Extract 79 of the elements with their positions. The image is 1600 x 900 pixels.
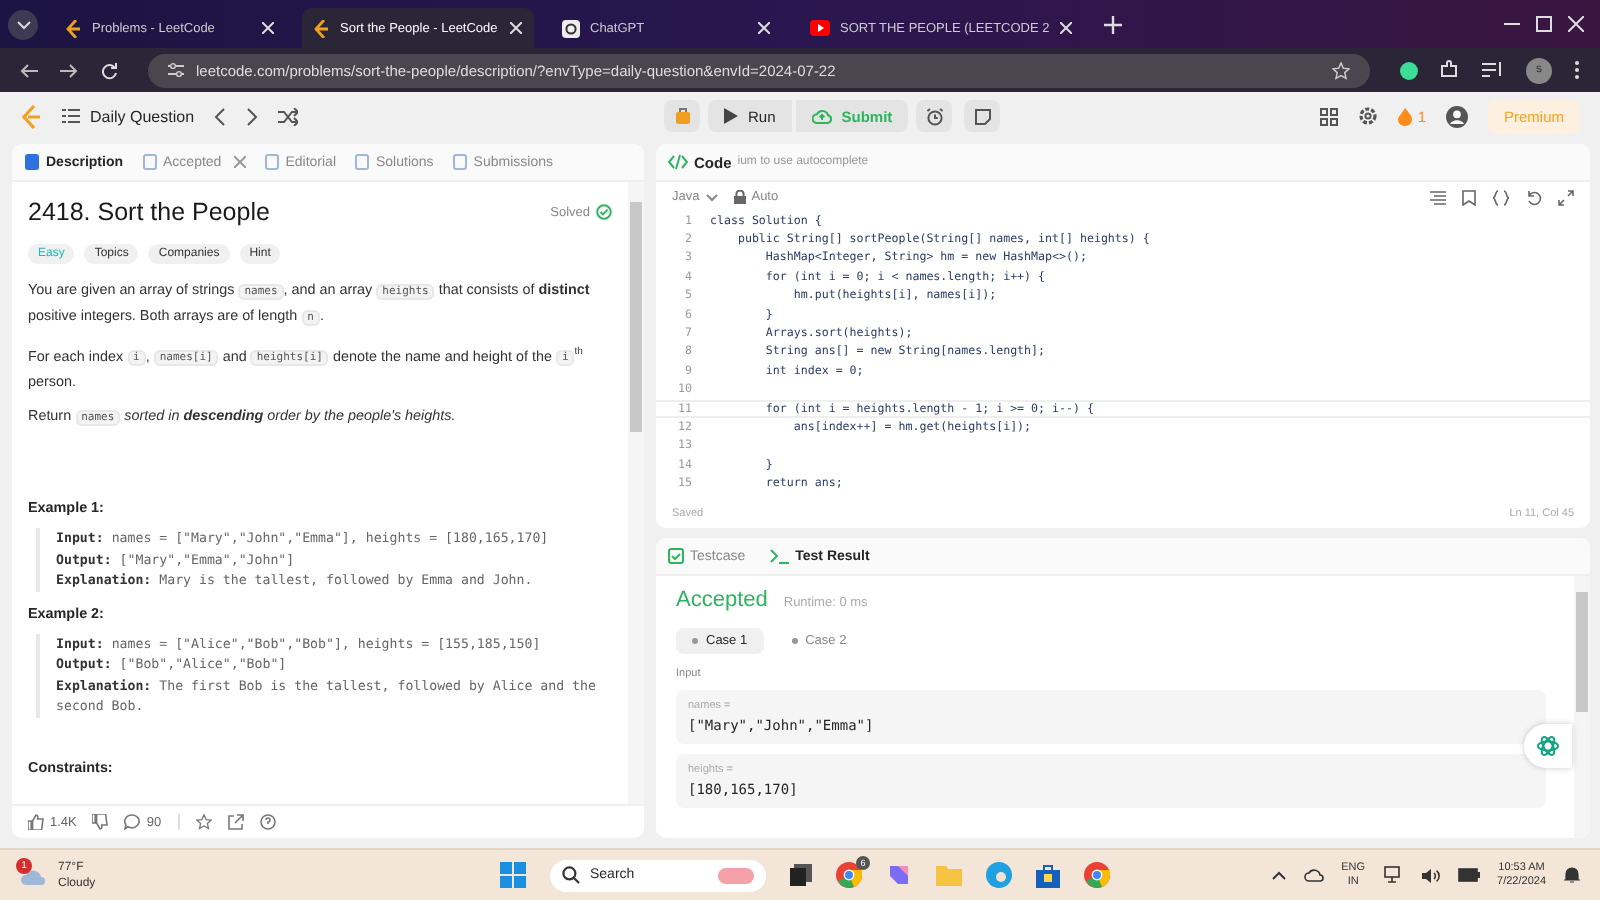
youtube-logo-icon <box>810 20 830 36</box>
chevron-down-icon <box>705 193 718 201</box>
alarm-clock-button[interactable] <box>916 100 953 132</box>
bookmark-icon[interactable] <box>1462 189 1476 205</box>
assistant-button[interactable] <box>1524 724 1572 768</box>
dot-icon <box>692 638 698 644</box>
chevron-down-icon <box>15 16 31 32</box>
document-icon <box>263 154 280 170</box>
comment-icon <box>124 814 141 830</box>
extension-icon[interactable] <box>1400 61 1418 79</box>
document-icon <box>451 154 468 170</box>
reset-icon[interactable] <box>1526 189 1542 205</box>
debug-button[interactable] <box>664 100 700 132</box>
forward-arrow-icon[interactable] <box>60 61 78 79</box>
user-avatar-icon[interactable] <box>1445 105 1468 127</box>
puzzle-icon[interactable] <box>1440 60 1460 80</box>
flame-icon <box>1397 107 1412 125</box>
document-icon <box>141 154 158 170</box>
site-settings-icon <box>168 62 184 78</box>
star-icon[interactable] <box>1332 61 1350 79</box>
note-button[interactable] <box>964 100 1001 132</box>
media-icon[interactable] <box>1482 60 1504 80</box>
document-icon <box>354 154 370 170</box>
scrollbar[interactable] <box>628 182 644 804</box>
volume-icon[interactable] <box>1421 867 1440 883</box>
check-circle-icon <box>596 204 612 220</box>
bell-icon[interactable] <box>1564 866 1580 884</box>
chevron-up-icon[interactable] <box>1271 870 1286 880</box>
maximize-icon[interactable] <box>1536 16 1552 32</box>
close-icon[interactable] <box>1568 16 1584 32</box>
format-icon[interactable] <box>1430 189 1446 205</box>
copilot-icon[interactable] <box>886 862 912 888</box>
checkbox-icon <box>668 548 684 564</box>
leetcode-logo-icon <box>314 19 330 37</box>
cloud-upload-icon <box>811 108 832 124</box>
play-icon <box>724 108 738 124</box>
thumbs-up-icon <box>28 814 44 830</box>
store-icon[interactable] <box>1036 863 1060 887</box>
cloud-icon[interactable] <box>1303 868 1324 882</box>
expand-icon[interactable] <box>1558 189 1574 205</box>
previous-icon[interactable] <box>214 107 227 125</box>
dot-icon <box>791 638 798 644</box>
list-icon[interactable] <box>62 108 80 124</box>
code-icon <box>668 154 688 170</box>
chrome-icon[interactable] <box>1084 862 1110 888</box>
note-icon <box>973 107 992 125</box>
network-icon[interactable] <box>1383 866 1404 884</box>
briefcase-icon <box>673 107 691 125</box>
leetcode-logo-icon <box>66 19 82 37</box>
problem-title: 2418. Sort the People <box>28 198 272 226</box>
chrome-icon <box>836 862 862 888</box>
document-icon <box>24 154 40 170</box>
battery-icon[interactable] <box>1457 868 1480 882</box>
shuffle-icon[interactable] <box>278 107 299 125</box>
alarm-clock-icon <box>925 107 944 125</box>
help-icon[interactable] <box>259 814 276 830</box>
task-view-icon[interactable] <box>790 864 812 886</box>
windows-start-icon[interactable] <box>500 862 526 888</box>
terminal-icon <box>769 548 790 564</box>
braces-icon[interactable] <box>1492 189 1510 205</box>
tab-list-button[interactable] <box>8 9 38 39</box>
settings-icon[interactable] <box>1357 106 1378 126</box>
star-icon[interactable] <box>195 814 212 830</box>
verdict-text: Accepted <box>676 588 768 612</box>
back-arrow-icon[interactable] <box>20 61 38 79</box>
dislike-icon[interactable] <box>92 814 109 830</box>
lock-icon <box>733 190 746 204</box>
scrollbar[interactable] <box>1574 576 1590 838</box>
new-tab-icon[interactable] <box>1103 15 1122 33</box>
more-icon[interactable] <box>1574 60 1580 80</box>
daily-question-link[interactable]: Daily Question <box>90 107 195 125</box>
share-icon[interactable] <box>227 814 244 830</box>
search-icon <box>562 866 580 884</box>
chatgpt-logo-icon <box>562 19 580 37</box>
ai-logo-icon <box>1536 734 1560 758</box>
reload-icon[interactable] <box>100 61 118 79</box>
cloud-icon <box>20 865 48 885</box>
grid-icon[interactable] <box>1319 107 1338 125</box>
next-icon[interactable] <box>246 107 259 125</box>
